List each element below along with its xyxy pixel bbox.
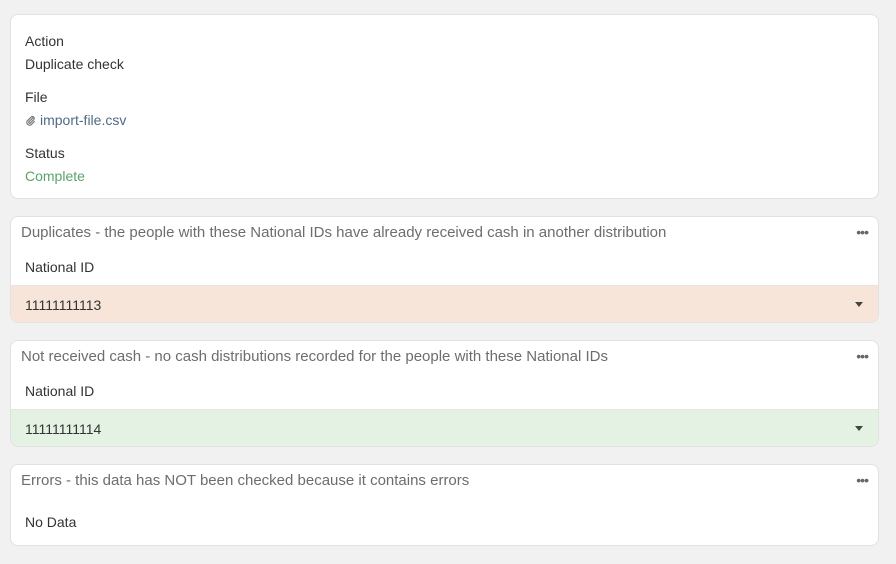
errors-panel: Errors - this data has NOT been checked … bbox=[10, 464, 879, 546]
action-field: Action Duplicate check bbox=[25, 32, 124, 73]
national-id-cell: 11111111113 bbox=[25, 297, 102, 313]
more-horizontal-icon[interactable]: ••• bbox=[856, 225, 869, 239]
status-value: Complete bbox=[25, 168, 85, 184]
not-received-title: Not received cash - no cash distribution… bbox=[21, 348, 608, 365]
file-field: File import-file.csv bbox=[25, 88, 126, 130]
national-id-column-header: National ID bbox=[25, 259, 95, 275]
details-card: Action Duplicate check File import-file.… bbox=[10, 14, 879, 199]
not-received-panel: Not received cash - no cash distribution… bbox=[10, 340, 879, 447]
national-id-column-header: National ID bbox=[25, 383, 95, 399]
caret-down-icon[interactable] bbox=[855, 426, 863, 431]
no-data-text: No Data bbox=[25, 514, 77, 530]
caret-down-icon[interactable] bbox=[855, 302, 863, 307]
more-horizontal-icon[interactable]: ••• bbox=[856, 349, 869, 363]
table-row[interactable]: 11111111113 bbox=[11, 285, 878, 322]
duplicates-panel: Duplicates - the people with these Natio… bbox=[10, 216, 879, 323]
duplicates-title: Duplicates - the people with these Natio… bbox=[21, 224, 667, 241]
status-label: Status bbox=[25, 145, 65, 161]
table-row[interactable]: 11111111114 bbox=[11, 409, 878, 446]
file-name: import-file.csv bbox=[40, 112, 127, 128]
national-id-cell: 11111111114 bbox=[25, 421, 102, 437]
more-horizontal-icon[interactable]: ••• bbox=[856, 473, 869, 487]
file-link[interactable]: import-file.csv bbox=[25, 111, 126, 129]
paperclip-icon bbox=[26, 115, 35, 126]
action-label: Action bbox=[25, 33, 64, 49]
file-label: File bbox=[25, 89, 48, 105]
action-value: Duplicate check bbox=[25, 56, 124, 72]
errors-title: Errors - this data has NOT been checked … bbox=[21, 472, 470, 489]
status-field: Status Complete bbox=[25, 144, 85, 185]
